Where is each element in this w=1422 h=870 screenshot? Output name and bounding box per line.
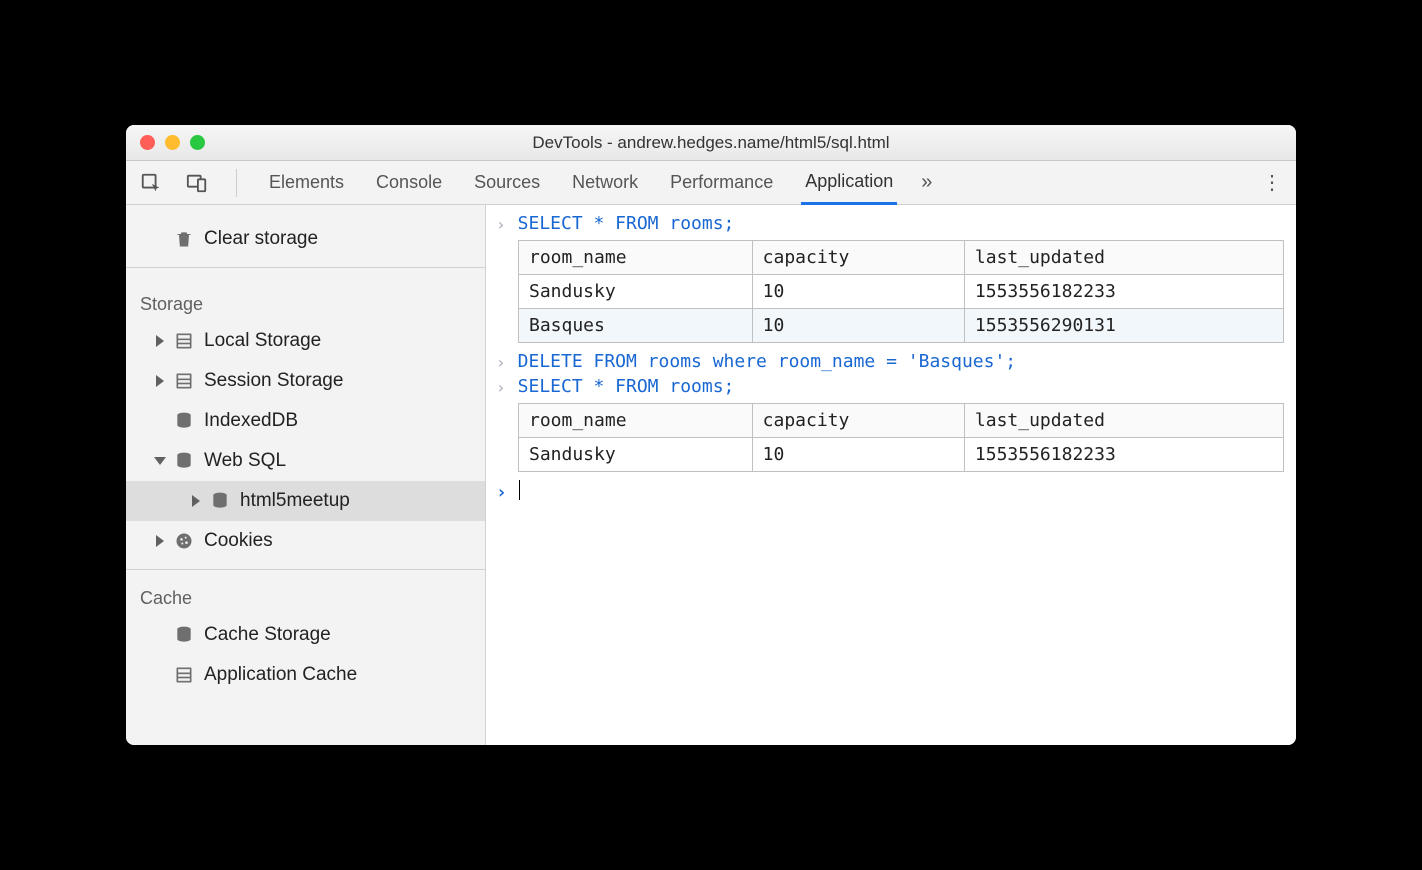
database-icon xyxy=(174,411,194,431)
window-title: DevTools - andrew.hedges.name/html5/sql.… xyxy=(126,133,1296,153)
sidebar-item-label: Cookies xyxy=(204,530,273,552)
chevron-right-icon xyxy=(156,375,164,387)
table-header: last_updated xyxy=(964,404,1283,438)
chevron-right-icon xyxy=(192,495,200,507)
console-query-row: › SELECT * FROM rooms; xyxy=(494,211,1284,236)
storage-grid-icon xyxy=(174,331,194,351)
sidebar-item-label: Cache Storage xyxy=(204,624,331,646)
sidebar-section-cache: Cache xyxy=(126,570,485,615)
text-cursor xyxy=(519,480,520,500)
sidebar-item-label: Clear storage xyxy=(204,228,318,250)
sidebar-item-label: Session Storage xyxy=(204,370,343,392)
sidebar-item-local-storage[interactable]: Local Storage xyxy=(126,321,485,361)
table-cell: Sandusky xyxy=(519,438,753,472)
chevron-down-icon xyxy=(154,457,166,465)
tab-network[interactable]: Network xyxy=(568,162,642,203)
application-sidebar: Service Workers Clear storage Storage Lo… xyxy=(126,205,486,745)
sidebar-item-label: html5meetup xyxy=(240,490,350,512)
sidebar-item-session-storage[interactable]: Session Storage xyxy=(126,361,485,401)
table-row[interactable]: Sandusky101553556182233 xyxy=(519,438,1284,472)
table-cell: 1553556182233 xyxy=(964,438,1283,472)
table-cell: 10 xyxy=(752,438,964,472)
table-header: room_name xyxy=(519,241,753,275)
table-header: capacity xyxy=(752,404,964,438)
sidebar-item-indexeddb[interactable]: IndexedDB xyxy=(126,401,485,441)
sidebar-item-clear-storage[interactable]: Clear storage xyxy=(126,219,485,259)
panel-tabs: Elements Console Sources Network Perform… xyxy=(126,161,1296,205)
inspect-icon[interactable] xyxy=(140,172,162,194)
minimize-window-button[interactable] xyxy=(165,135,180,150)
tab-performance[interactable]: Performance xyxy=(666,162,777,203)
console-query-row: › SELECT * FROM rooms; xyxy=(494,374,1284,399)
prompt-icon: › xyxy=(494,480,509,503)
zoom-window-button[interactable] xyxy=(190,135,205,150)
table-row[interactable]: Sandusky101553556182233 xyxy=(519,275,1284,309)
storage-grid-icon xyxy=(174,371,194,391)
tab-console[interactable]: Console xyxy=(372,162,446,203)
sidebar-item-label: Application Cache xyxy=(204,664,357,686)
tab-sources[interactable]: Sources xyxy=(470,162,544,203)
database-icon xyxy=(174,625,194,645)
table-row[interactable]: Basques101553556290131 xyxy=(519,309,1284,343)
chevron-right-icon xyxy=(156,535,164,547)
devtools-window: DevTools - andrew.hedges.name/html5/sql.… xyxy=(126,125,1296,745)
storage-grid-icon xyxy=(174,665,194,685)
sidebar-item-application-cache[interactable]: Application Cache xyxy=(126,655,485,695)
result-table: room_namecapacitylast_updatedSandusky101… xyxy=(518,240,1284,343)
query-text: DELETE FROM rooms where room_name = 'Bas… xyxy=(518,351,1017,372)
tab-application[interactable]: Application xyxy=(801,161,897,205)
tab-divider xyxy=(236,169,237,197)
database-icon xyxy=(174,451,194,471)
table-header: capacity xyxy=(752,241,964,275)
sidebar-item-service-workers[interactable]: Service Workers xyxy=(126,205,485,219)
title-bar: DevTools - andrew.hedges.name/html5/sql.… xyxy=(126,125,1296,161)
device-mode-icon[interactable] xyxy=(186,172,208,194)
prompt-icon: › xyxy=(494,351,508,372)
close-window-button[interactable] xyxy=(140,135,155,150)
sql-console[interactable]: ›SELECT * FROM rooms;room_namecapacityla… xyxy=(486,205,1296,745)
table-cell: 1553556182233 xyxy=(964,275,1283,309)
chevron-right-icon xyxy=(156,335,164,347)
cookie-icon xyxy=(174,531,194,551)
query-text: SELECT * FROM rooms; xyxy=(518,376,735,397)
sidebar-item-label: IndexedDB xyxy=(204,410,298,432)
sidebar-item-cache-storage[interactable]: Cache Storage xyxy=(126,615,485,655)
sidebar-item-label: Web SQL xyxy=(204,450,286,472)
table-cell: 1553556290131 xyxy=(964,309,1283,343)
settings-menu-button[interactable]: ⋮ xyxy=(1262,170,1282,195)
prompt-icon: › xyxy=(494,213,508,234)
window-controls xyxy=(140,135,205,150)
tabs-overflow-button[interactable]: » xyxy=(921,171,932,194)
result-table: room_namecapacitylast_updatedSandusky101… xyxy=(518,403,1284,472)
sidebar-item-label: Local Storage xyxy=(204,330,321,352)
sidebar-item-websql-db[interactable]: html5meetup xyxy=(126,481,485,521)
table-header: room_name xyxy=(519,404,753,438)
prompt-icon: › xyxy=(494,376,508,397)
database-icon xyxy=(210,491,230,511)
console-query-row: › DELETE FROM rooms where room_name = 'Ba… xyxy=(494,349,1284,374)
gear-icon xyxy=(174,205,194,208)
query-text: SELECT * FROM rooms; xyxy=(518,213,735,234)
sidebar-item-cookies[interactable]: Cookies xyxy=(126,521,485,561)
sidebar-item-websql[interactable]: Web SQL xyxy=(126,441,485,481)
table-cell: Basques xyxy=(519,309,753,343)
table-cell: 10 xyxy=(752,309,964,343)
console-input-row[interactable]: › xyxy=(494,478,1284,505)
sidebar-item-label: Service Workers xyxy=(204,205,343,209)
tab-elements[interactable]: Elements xyxy=(265,162,348,203)
sidebar-section-storage: Storage xyxy=(126,268,485,321)
trash-icon xyxy=(174,229,194,249)
table-header: last_updated xyxy=(964,241,1283,275)
table-cell: Sandusky xyxy=(519,275,753,309)
table-cell: 10 xyxy=(752,275,964,309)
